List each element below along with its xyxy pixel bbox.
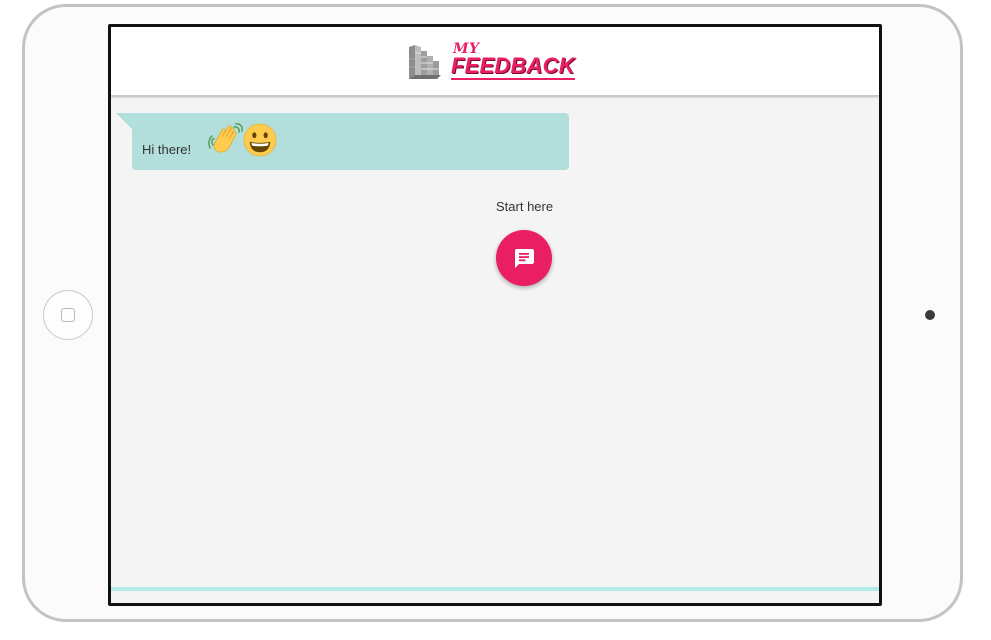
logo-stairs-icon (409, 45, 441, 79)
home-square-icon (61, 308, 75, 322)
camera-dot (925, 310, 935, 320)
waving-hand-icon (208, 123, 243, 153)
bubble-tail (116, 113, 132, 129)
home-button[interactable] (43, 290, 93, 340)
start-here-label: Start here (496, 199, 554, 214)
bottom-accent-bar (111, 587, 879, 591)
logo-feedback-text: FEEDBACK (451, 53, 575, 80)
start-chat-button[interactable] (496, 230, 552, 286)
greeting-text: Hi there! (142, 142, 192, 157)
chat-message-icon (515, 249, 534, 268)
greeting-bubble: Hi there! (132, 113, 569, 170)
app-header: MY FEEDBACK (111, 27, 879, 96)
grinning-face-icon (243, 123, 277, 157)
app-screen: MY FEEDBACK Hi there! Start here (108, 24, 882, 606)
app-logo[interactable]: MY FEEDBACK (407, 41, 607, 85)
